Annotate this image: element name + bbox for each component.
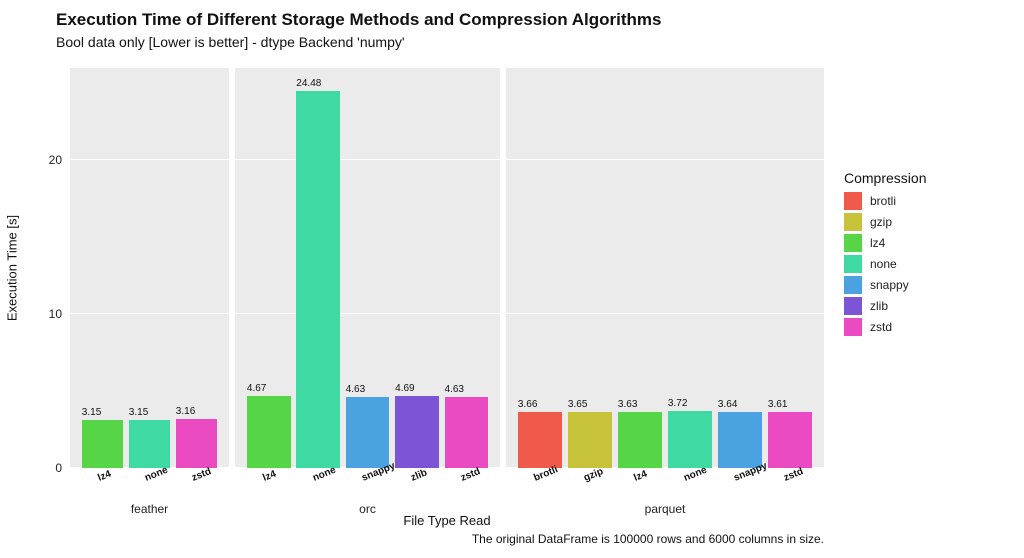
- bar-orc-zlib: 4.69zlib: [393, 68, 440, 468]
- legend-item-zlib: zlib: [844, 297, 984, 315]
- legend-swatch: [844, 318, 862, 336]
- legend-item-lz4: lz4: [844, 234, 984, 252]
- bar-value-label: 4.63: [445, 384, 464, 395]
- bar-orc-lz4: 4.67lz4: [245, 68, 292, 468]
- y-tick: 20: [49, 153, 62, 167]
- legend-item-zstd: zstd: [844, 318, 984, 336]
- legend-label: none: [870, 257, 897, 271]
- bar-parquet-zstd: 3.61zstd: [766, 68, 814, 468]
- x-tick: lz4: [261, 469, 277, 484]
- bar-value-label: 4.69: [395, 383, 414, 394]
- legend-label: zlib: [870, 299, 888, 313]
- bar-parquet-none: 3.72none: [666, 68, 714, 468]
- legend-label: snappy: [870, 278, 909, 292]
- legend-item-brotli: brotli: [844, 192, 984, 210]
- bar-value-label: 3.15: [129, 407, 148, 418]
- y-tick: 10: [49, 307, 62, 321]
- legend-label: gzip: [870, 215, 892, 229]
- legend-title: Compression: [844, 170, 984, 186]
- bar-value-label: 3.15: [82, 407, 101, 418]
- legend: Compression brotli gzip lz4 none snappy zlib z…: [844, 170, 984, 339]
- chart-subtitle: Bool data only [Lower is better] - dtype…: [56, 34, 405, 50]
- legend-label: lz4: [870, 236, 885, 250]
- bar-parquet-lz4: 3.63lz4: [616, 68, 664, 468]
- legend-item-none: none: [844, 255, 984, 273]
- panel-parquet: 3.66brotli3.65gzip3.63lz43.72none3.64sna…: [506, 68, 824, 468]
- x-tick: gzip: [583, 466, 606, 484]
- bar-feather-lz4: 3.15lz4: [80, 68, 125, 468]
- panel-orc: 4.67lz424.48none4.63snappy4.69zlib4.63zs…: [235, 68, 500, 468]
- legend-swatch: [844, 192, 862, 210]
- bar-value-label: 4.63: [346, 384, 365, 395]
- chart-caption: The original DataFrame is 100000 rows an…: [472, 532, 824, 546]
- bar-parquet-brotli: 3.66brotli: [516, 68, 564, 468]
- legend-item-snappy: snappy: [844, 276, 984, 294]
- bar-value-label: 3.66: [518, 399, 537, 410]
- y-axis: Execution Time [s] 01020: [0, 68, 70, 468]
- legend-item-gzip: gzip: [844, 213, 984, 231]
- legend-label: zstd: [870, 320, 892, 334]
- bar-value-label: 3.16: [176, 406, 195, 417]
- bar-value-label: 4.67: [247, 383, 266, 394]
- legend-swatch: [844, 255, 862, 273]
- legend-swatch: [844, 297, 862, 315]
- x-tick: zlib: [410, 467, 430, 483]
- bar-feather-none: 3.15none: [127, 68, 172, 468]
- bar-orc-none: 24.48none: [294, 68, 341, 468]
- bar-value-label: 3.61: [768, 399, 787, 410]
- legend-swatch: [844, 234, 862, 252]
- plot-area: 3.15lz43.15none3.16zstdfeather4.67lz424.…: [70, 68, 824, 468]
- bar-feather-zstd: 3.16zstd: [174, 68, 219, 468]
- bar-parquet-snappy: 3.64snappy: [716, 68, 764, 468]
- legend-label: brotli: [870, 194, 896, 208]
- bar-orc-zstd: 4.63zstd: [443, 68, 490, 468]
- bar-value-label: 3.64: [718, 399, 737, 410]
- bar-parquet-gzip: 3.65gzip: [566, 68, 614, 468]
- bar-value-label: 3.63: [618, 399, 637, 410]
- x-tick: zstd: [190, 466, 213, 484]
- x-tick: zstd: [783, 466, 806, 484]
- x-tick: zstd: [459, 466, 482, 484]
- x-tick: lz4: [96, 469, 112, 484]
- bar-orc-snappy: 4.63snappy: [344, 68, 391, 468]
- bar-value-label: 3.65: [568, 399, 587, 410]
- y-axis-title: Execution Time [s]: [5, 215, 20, 321]
- y-tick: 0: [55, 461, 62, 475]
- bar-value-label: 3.72: [668, 398, 687, 409]
- legend-swatch: [844, 213, 862, 231]
- panel-feather: 3.15lz43.15none3.16zstdfeather: [70, 68, 229, 468]
- bar-value-label: 24.48: [296, 78, 321, 89]
- x-axis-title: File Type Read: [70, 513, 824, 528]
- chart-title: Execution Time of Different Storage Meth…: [56, 10, 661, 30]
- legend-swatch: [844, 276, 862, 294]
- x-tick: lz4: [633, 469, 649, 484]
